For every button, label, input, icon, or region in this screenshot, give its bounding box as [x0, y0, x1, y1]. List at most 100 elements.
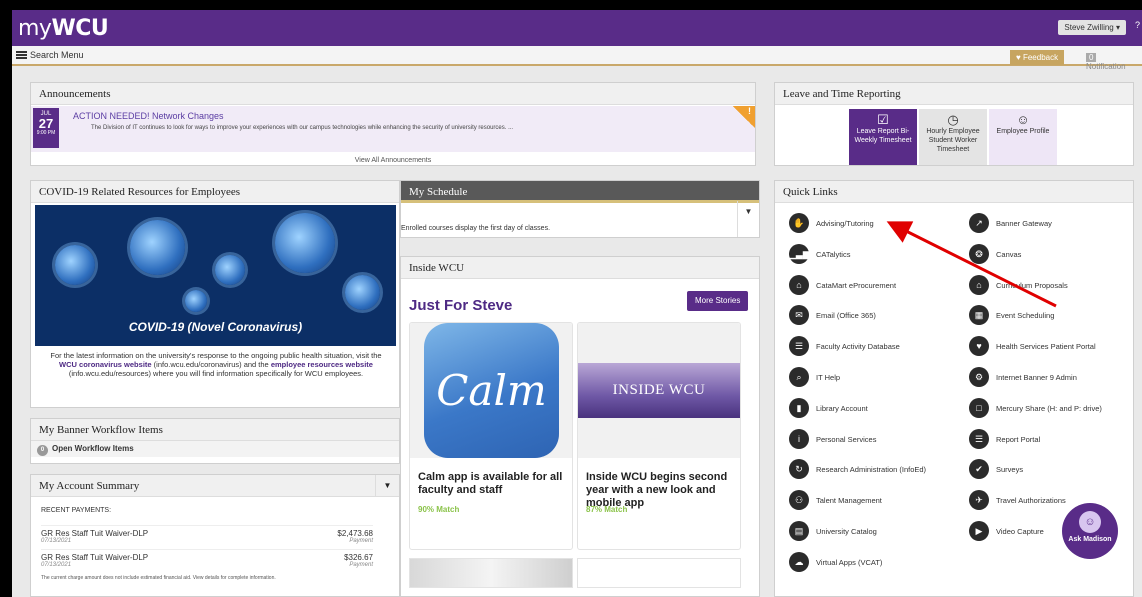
payment-amount: $326.67 — [344, 553, 373, 562]
quick-link-label: Talent Management — [816, 496, 882, 506]
announcement-item[interactable]: JUL 27 9:00 PM ACTION NEEDED! Network Ch… — [31, 106, 755, 152]
mywcu-logo[interactable]: myWCU — [18, 16, 109, 41]
quick-link-label: Curriculum Proposals — [996, 280, 1068, 290]
virus-illustration — [130, 220, 185, 275]
chevron-down-icon[interactable]: ▼ — [737, 201, 759, 237]
leave-tile-label: Leave Report Bi-Weekly Timesheet — [854, 128, 912, 144]
quick-link-label: Faculty Activity Database — [816, 342, 900, 352]
calm-app-image: Calm — [410, 323, 572, 458]
payment-date: 07/13/2021 — [41, 538, 72, 544]
book-icon: ▤ — [789, 521, 809, 541]
virus-illustration — [55, 245, 95, 285]
canvas-icon: ❂ — [969, 243, 989, 264]
thumbs-up-icon: ✋ — [789, 213, 809, 233]
story-title[interactable]: Calm app is available for all faculty an… — [418, 471, 568, 497]
employee-resources-link[interactable]: employee resources website — [271, 360, 373, 369]
schedule-message: Enrolled courses display the first day o… — [401, 225, 551, 232]
quick-link-label: University Catalog — [816, 527, 877, 536]
announcement-date-badge: JUL 27 9:00 PM — [33, 108, 59, 148]
hamburger-icon — [16, 51, 27, 59]
feedback-button[interactable]: ♥ Feedback — [1010, 50, 1065, 65]
video-camera-icon: ▶ — [969, 521, 989, 541]
quick-link-label: Travel Authorizations — [996, 496, 1066, 506]
schedule-panel: My Schedule ▼ Enrolled courses display t… — [400, 180, 760, 238]
chevron-down-icon[interactable]: ▼ — [375, 475, 399, 496]
story-card-inside-wcu[interactable]: INSIDE WCU Inside WCU begins second year… — [577, 322, 741, 550]
ask-madison-chat-button[interactable]: ☺ Ask Madison — [1062, 503, 1118, 559]
story-card-partial[interactable] — [409, 558, 573, 588]
view-all-announcements-link[interactable]: View All Announcements — [31, 157, 755, 164]
help-icon[interactable]: ? — [1135, 20, 1140, 30]
inside-wcu-banner: INSIDE WCU — [578, 363, 740, 418]
chatbot-avatar-icon: ☺ — [1079, 511, 1101, 533]
portal-window: myWCU Steve Zwilling ▾ ? Search Menu ♥ F… — [12, 10, 1142, 597]
virus-illustration — [215, 255, 245, 285]
search-menu-button[interactable]: Search Menu — [16, 50, 84, 60]
document-icon: ☰ — [789, 336, 809, 357]
leave-tile-icon: ☑ — [877, 112, 889, 127]
quick-links-title: Quick Links — [775, 181, 1133, 203]
covid-virus-image[interactable]: COVID-19 (Novel Coronavirus) — [35, 205, 396, 346]
story-match: 90% Match — [418, 505, 460, 514]
user-menu-button[interactable]: Steve Zwilling ▾ — [1058, 20, 1126, 35]
inside-wcu-panel: Inside WCU Just For Steve More Stories C… — [400, 256, 760, 597]
quick-link-label: CATalytics — [816, 249, 851, 259]
refresh-icon: ↻ — [789, 459, 809, 480]
quick-link-label: Event Scheduling — [996, 311, 1055, 321]
envelope-icon: ✉ — [789, 305, 809, 326]
quick-link-label: CataMart eProcurement — [816, 280, 897, 290]
announcement-headline-link[interactable]: ACTION NEEDED! Network Changes — [73, 111, 224, 121]
quick-link-label: Surveys — [996, 465, 1024, 475]
inside-wcu-image: INSIDE WCU — [578, 323, 740, 458]
calendar-icon: ▦ — [969, 305, 989, 326]
account-summary-title: My Account Summary ▼ — [31, 475, 399, 497]
quick-link-label: Virtual Apps (VCAT) — [816, 557, 883, 567]
leave-tile-label: Employee Profile — [996, 128, 1050, 135]
announcement-text: The Division of IT continues to look for… — [91, 125, 514, 131]
open-workflow-items-link[interactable]: 0 Open Workflow Items — [31, 441, 399, 457]
payment-type: Payment — [349, 562, 373, 568]
quick-link-label: Banner Gateway — [996, 219, 1052, 228]
cloud-icon: ☁ — [789, 551, 809, 572]
leave-tile-2[interactable]: ☺ Employee Profile — [989, 109, 1057, 165]
story-card-partial[interactable] — [577, 558, 741, 588]
folder-icon: □ — [969, 397, 989, 418]
story-match: 87% Match — [586, 505, 628, 514]
alert-flag-icon: ! — [733, 106, 755, 128]
workflow-count-badge: 0 — [37, 445, 48, 456]
bookmark-icon: ▮ — [789, 397, 809, 418]
notifications-button[interactable]: 0Notification — [1082, 50, 1142, 71]
virus-illustration — [345, 275, 380, 310]
notification-count-badge: 0 — [1086, 53, 1097, 62]
covid-info-text: For the latest information on the univer… — [50, 351, 382, 378]
quick-link-label: Library Account — [816, 403, 868, 413]
wcu-coronavirus-link[interactable]: WCU coronavirus website — [59, 360, 152, 369]
top-bar: myWCU Steve Zwilling ▾ ? — [12, 10, 1142, 46]
more-stories-button[interactable]: More Stories — [687, 291, 749, 311]
bar-chart-icon: ▁▃▆ — [789, 243, 810, 264]
just-for-heading: Just For Steve — [409, 297, 513, 314]
payment-type: Payment — [349, 538, 373, 544]
announcements-title: Announcements — [31, 83, 755, 105]
virus-illustration — [275, 213, 335, 273]
story-card-calm[interactable]: Calm Calm app is available for all facul… — [409, 322, 573, 550]
people-icon: ⚇ — [789, 490, 809, 511]
inside-wcu-title: Inside WCU — [401, 257, 759, 279]
leave-tile-label: Hourly Employee Student Worker Timesheet — [926, 128, 980, 153]
leave-tile-icon: ☺ — [1016, 112, 1030, 127]
leave-time-title: Leave and Time Reporting — [775, 83, 1133, 105]
account-note: The current charge amount does not inclu… — [41, 575, 276, 581]
leave-tile-1[interactable]: ◷ Hourly Employee Student Worker Timeshee… — [919, 109, 987, 165]
covid-title: COVID-19 Related Resources for Employees — [31, 181, 399, 203]
calm-logo: Calm — [424, 323, 559, 458]
schedule-title: My Schedule — [401, 181, 759, 203]
leave-time-panel: Leave and Time Reporting ☑ Leave Report B… — [774, 82, 1134, 166]
leave-tile-0[interactable]: ☑ Leave Report Bi-Weekly Timesheet — [849, 109, 917, 165]
quick-link-label: Research Administration (InfoEd) — [816, 465, 927, 475]
workflow-panel: My Banner Workflow Items 0 Open Workflow … — [30, 418, 400, 464]
payment-name: GR Res Staff Tuit Waiver-DLP — [41, 553, 149, 562]
payment-amount: $2,473.68 — [337, 529, 373, 538]
info-icon: i — [789, 428, 809, 449]
recent-payments-label: RECENT PAYMENTS: — [41, 507, 112, 514]
announcements-panel: Announcements JUL 27 9:00 PM ACTION NEED… — [30, 82, 756, 166]
